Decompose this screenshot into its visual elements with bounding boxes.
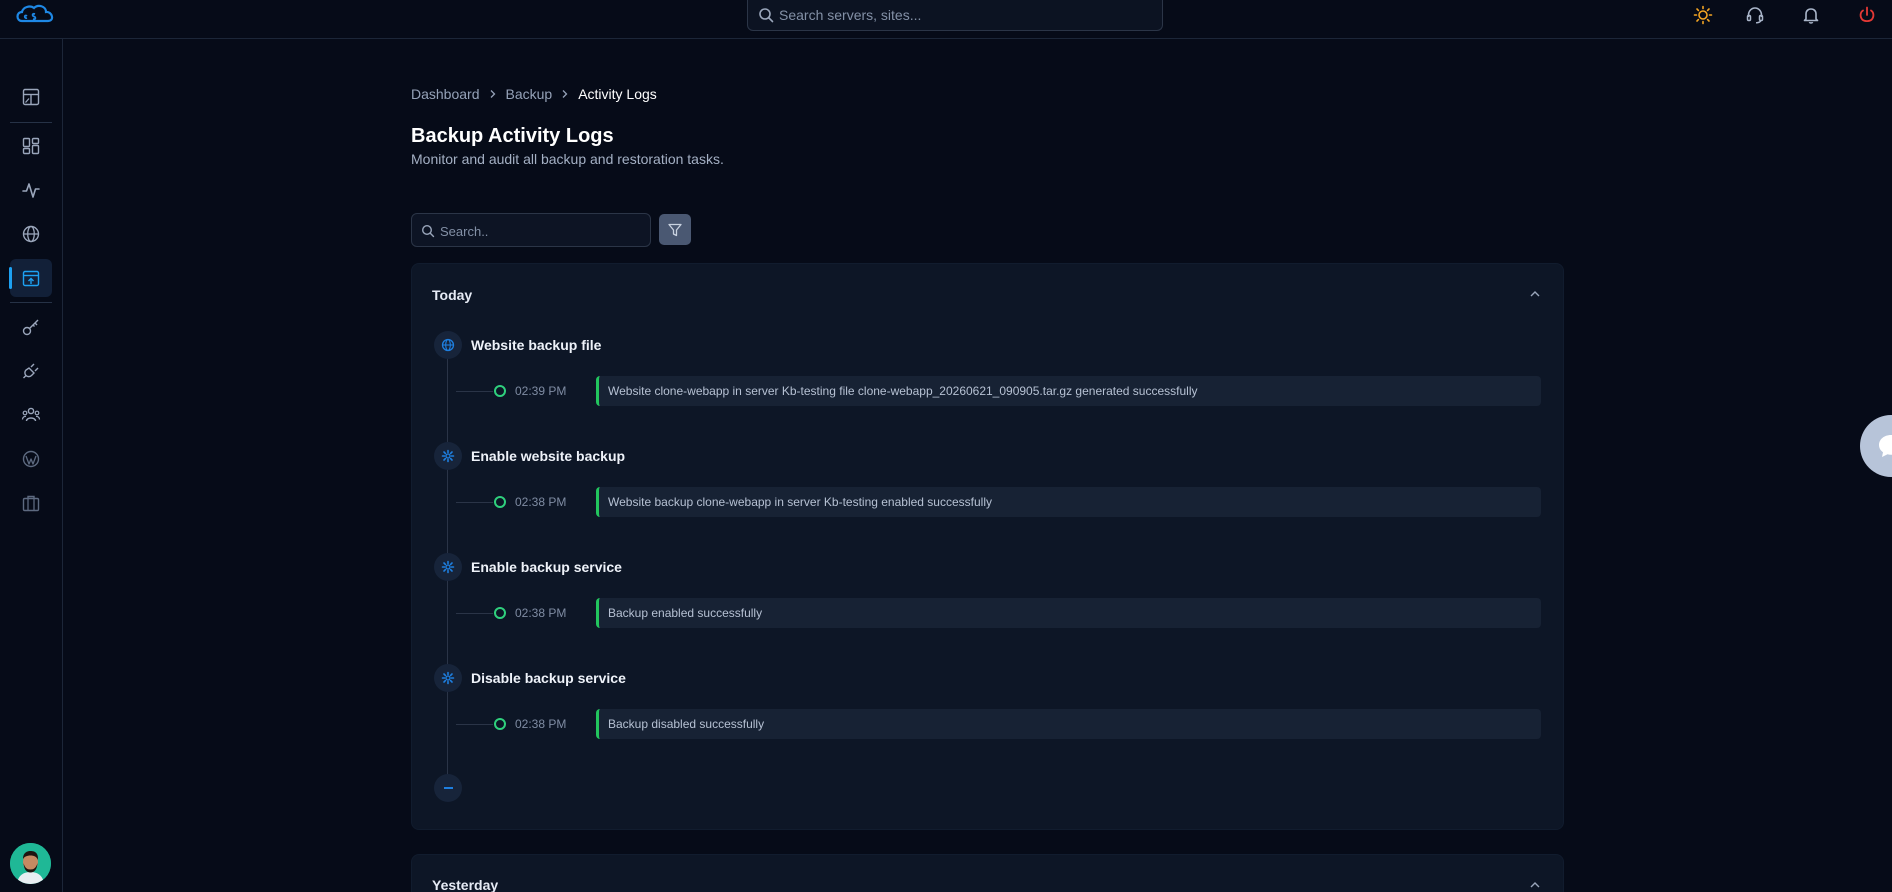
bell-icon [1803,8,1819,24]
gear-icon [441,560,455,574]
sidebar-item-team[interactable] [10,396,52,434]
grid-icon [22,137,40,155]
chevron-right-icon [560,89,570,99]
collapse-button[interactable] [1527,286,1543,302]
sidebar-item-apps[interactable] [10,127,52,165]
cSb-logo[interactable] [13,4,57,26]
activity-icon [22,183,40,198]
collapse-button[interactable] [1527,877,1543,892]
sidebar-item-monitoring[interactable] [10,171,52,209]
users-icon [21,407,41,422]
section-title: Yesterday [432,877,499,892]
sidebar-item-backup[interactable] [9,259,52,297]
archive-icon [22,270,40,287]
search-icon [759,8,774,23]
sidebar-item-websites[interactable] [10,215,52,253]
log-message: Website backup clone-webapp in server Kb… [596,487,1541,517]
breadcrumb: Dashboard Backup Activity Logs [411,85,657,103]
timeline-connector [456,613,493,614]
sidebar-divider [10,122,52,123]
group-icon [434,442,462,470]
globe-icon [441,338,455,352]
log-search[interactable] [411,213,651,247]
success-status-dot [494,385,506,397]
theme-toggle-button[interactable] [1691,3,1715,27]
global-search[interactable] [747,0,1163,31]
chevron-up-icon [1530,291,1540,297]
wordpress-icon [22,450,40,468]
briefcase-icon [22,495,40,512]
log-time: 02:38 PM [515,495,567,509]
chat-icon [1879,435,1892,457]
chevron-right-icon [488,89,498,99]
log-message: Backup disabled successfully [596,709,1541,739]
timeline-connector [456,502,493,503]
headset-icon [1746,7,1764,24]
breadcrumb-backup[interactable]: Backup [506,86,553,102]
log-search-input[interactable] [440,221,640,241]
plug-icon [23,363,39,379]
section-title: Today [432,287,473,303]
group-icon [434,664,462,692]
log-time: 02:38 PM [515,717,567,731]
layout-dashboard-icon [22,88,40,106]
search-icon [421,224,435,238]
minus-icon [443,787,453,789]
sun-icon [1693,5,1713,25]
logout-button[interactable] [1855,3,1879,27]
filter-button[interactable] [659,214,691,245]
sidebar [0,39,63,892]
sidebar-divider [10,302,52,303]
sidebar-item-toolbox[interactable] [10,484,52,522]
section-today: Today Website backup file 02:39 PM Websi… [411,263,1564,830]
log-group-title: Disable backup service [471,670,626,686]
gear-icon [441,449,455,463]
group-icon [434,553,462,581]
global-search-input[interactable] [779,5,1149,25]
log-message: Backup enabled successfully [596,598,1541,628]
breadcrumb-current: Activity Logs [578,86,657,102]
timeline-collapse-button[interactable] [434,774,462,802]
log-time: 02:38 PM [515,606,567,620]
gear-icon [441,671,455,685]
log-message: Website clone-webapp in server Kb-testin… [596,376,1541,406]
user-avatar-icon [10,843,51,884]
timeline-connector [456,724,493,725]
section-yesterday: Yesterday [411,854,1564,892]
avatar[interactable] [10,843,51,884]
top-bar [0,0,1892,39]
success-status-dot [494,718,506,730]
sidebar-item-integrations[interactable] [10,352,52,390]
success-status-dot [494,496,506,508]
sidebar-item-keys[interactable] [10,308,52,346]
log-group-title: Enable website backup [471,448,626,464]
key-icon [22,319,39,336]
page-subtitle: Monitor and audit all backup and restora… [411,151,724,167]
log-group-title: Website backup file [471,337,602,353]
log-time: 02:39 PM [515,384,567,398]
page-title: Backup Activity Logs [411,125,614,147]
notifications-button[interactable] [1799,3,1823,27]
sidebar-item-dashboard[interactable] [10,78,52,116]
breadcrumb-dashboard[interactable]: Dashboard [411,86,480,102]
support-button[interactable] [1743,3,1767,27]
chevron-up-icon [1530,882,1540,888]
log-group-title: Enable backup service [471,559,622,575]
power-icon [1859,6,1875,23]
globe-icon [22,225,40,243]
success-status-dot [494,607,506,619]
sidebar-item-wordpress[interactable] [10,440,52,478]
chat-launcher-button[interactable] [1860,415,1892,477]
group-icon [434,331,462,359]
filter-icon [668,223,682,236]
timeline-connector [456,391,493,392]
